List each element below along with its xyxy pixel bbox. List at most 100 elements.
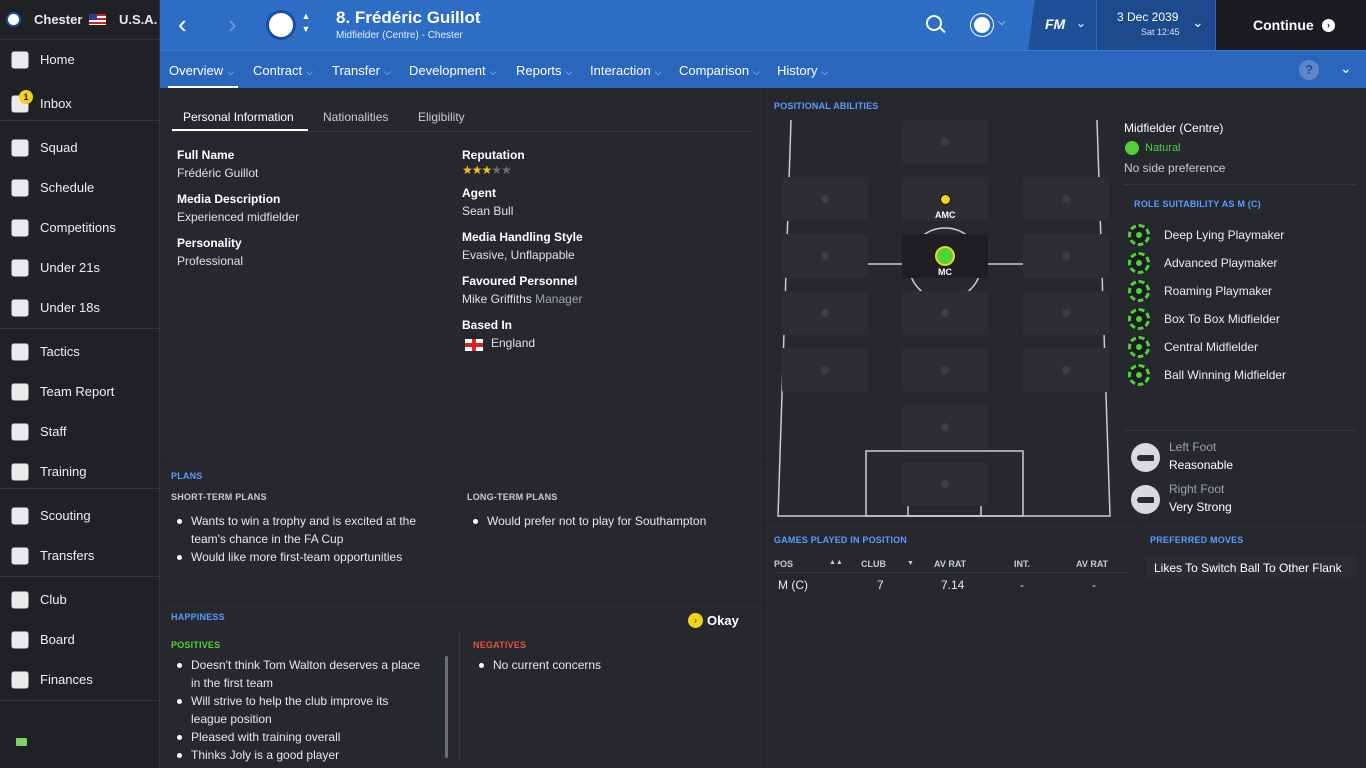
col-av-rat[interactable]: AV RAT xyxy=(934,559,966,569)
back-button[interactable]: ‹ xyxy=(178,11,202,38)
tab-comparison[interactable]: Comparison ⌵ xyxy=(679,51,760,89)
club-selector[interactable]: Chester U.S.A. xyxy=(0,0,160,40)
u18-icon xyxy=(11,299,29,317)
sidebar-item-competitions[interactable]: Competitions xyxy=(0,208,160,248)
sidebar-divider xyxy=(0,120,160,121)
trophy-icon xyxy=(11,219,29,237)
amc-dot xyxy=(940,194,951,205)
sidebar-item-transfers[interactable]: Transfers xyxy=(0,536,160,576)
sidebar-item-club[interactable]: Club xyxy=(0,580,160,620)
chevron-down-icon: ⌄ xyxy=(1076,16,1087,30)
chevron-down-icon: ⌵ xyxy=(489,67,497,77)
row-club: 7 xyxy=(877,578,884,592)
date-panel[interactable]: 3 Dec 2039 Sat 12:45 ⌄ xyxy=(1097,0,1215,50)
sidebar-item-squad[interactable]: Squad xyxy=(0,128,160,168)
globe-icon[interactable] xyxy=(971,14,993,36)
chevron-down-icon: ⌄ xyxy=(1192,14,1204,30)
pitch-position-slot[interactable] xyxy=(902,462,988,506)
sidebar-item-team-report[interactable]: Team Report xyxy=(0,372,160,412)
role-row[interactable]: Box To Box Midfielder xyxy=(1128,307,1348,330)
right-boot-icon xyxy=(1131,485,1160,514)
help-icon[interactable]: ? xyxy=(1299,60,1319,80)
sidebar-item-inbox[interactable]: Inbox 1 xyxy=(0,84,160,124)
pitch-position-slot[interactable] xyxy=(1023,291,1109,335)
fm-menu[interactable]: FM ⌄ xyxy=(1028,0,1096,50)
sort-icon[interactable]: ▲▲ xyxy=(829,559,843,566)
full-name-label: Full Name xyxy=(177,148,235,162)
tab-development[interactable]: Development ⌵ xyxy=(409,51,496,89)
sidebar-item-scouting[interactable]: Scouting xyxy=(0,496,160,536)
sidebar-item-board[interactable]: Board xyxy=(0,620,160,660)
chevron-down-icon[interactable]: ⌄ xyxy=(1340,60,1352,77)
forward-button[interactable]: › xyxy=(228,11,252,38)
sidebar-item-tactics[interactable]: Tactics xyxy=(0,332,160,372)
col-club[interactable]: CLUB xyxy=(861,559,886,569)
sidebar-item-finances[interactable]: Finances xyxy=(0,660,160,700)
chevron-down-icon[interactable]: ⌵ xyxy=(998,17,1006,28)
sidebar-item-under-21s[interactable]: Under 21s xyxy=(0,248,160,288)
pitch-position-slot[interactable] xyxy=(902,120,988,164)
sidebar-collapse-icon[interactable] xyxy=(16,738,27,746)
sidebar-item-training[interactable]: Training xyxy=(0,452,160,492)
tab-label: History xyxy=(777,63,818,78)
tab-contract[interactable]: Contract ⌵ xyxy=(253,51,313,89)
role-row[interactable]: Deep Lying Playmaker xyxy=(1128,223,1348,246)
col-pos[interactable]: POS xyxy=(774,559,793,569)
sidebar-item-schedule[interactable]: Schedule xyxy=(0,168,160,208)
col-int-av-rat[interactable]: AV RAT xyxy=(1076,559,1108,569)
pitch-position-slot[interactable] xyxy=(902,348,988,392)
tab-transfer[interactable]: Transfer ⌵ xyxy=(332,51,391,89)
pitch-position-slot[interactable] xyxy=(1023,348,1109,392)
pitch-position-slot[interactable] xyxy=(782,177,868,221)
pitch-position-slot[interactable] xyxy=(782,291,868,335)
player-tabs: Overview ⌵ Contract ⌵ Transfer ⌵ Development ⌵ R… xyxy=(160,50,1366,88)
pitch-position-slot[interactable] xyxy=(782,348,868,392)
club-name: Chester xyxy=(34,12,83,27)
sidebar-item-label: Inbox xyxy=(40,96,72,111)
favoured-personnel-label: Favoured Personnel xyxy=(462,274,578,288)
tab-nationalities[interactable]: Nationalities xyxy=(323,110,388,124)
positive-item: Will strive to help the club improve its… xyxy=(176,694,389,726)
role-row[interactable]: Ball Winning Midfielder xyxy=(1128,363,1348,386)
pitch-position-slot[interactable] xyxy=(902,405,988,449)
role-divider xyxy=(1124,184,1356,185)
sidebar-item-under-18s[interactable]: Under 18s xyxy=(0,288,160,328)
positive-item: Pleased with training overall xyxy=(176,730,341,744)
sort-desc-icon[interactable]: ▼ xyxy=(907,560,914,567)
mc-dot[interactable] xyxy=(935,246,955,266)
row-av-rat: 7.14 xyxy=(941,578,965,592)
col-int[interactable]: INT. xyxy=(1014,559,1030,569)
continue-button[interactable]: Continue › xyxy=(1216,0,1366,50)
tactics-icon xyxy=(11,343,29,361)
star-icon: ★ xyxy=(462,163,473,177)
positives-scrollbar[interactable] xyxy=(445,656,448,758)
role-row[interactable]: Roaming Playmaker xyxy=(1128,279,1348,302)
player-switch-arrows[interactable]: ▲ ▼ xyxy=(300,10,312,40)
header-bar: ‹ › ▲ ▼ 8. Frédéric Guillot Midfielder (C… xyxy=(160,0,1366,50)
role-row[interactable]: Advanced Playmaker xyxy=(1128,251,1348,274)
sidebar-item-home[interactable]: Home xyxy=(0,40,160,80)
reputation-label: Reputation xyxy=(462,148,525,162)
pitch-position-slot[interactable] xyxy=(782,234,868,278)
tab-personal-information[interactable]: Personal Information xyxy=(183,110,294,124)
tab-overview[interactable]: Overview ⌵ xyxy=(169,51,234,89)
pitch-position-slot[interactable] xyxy=(1023,177,1109,221)
natural-icon xyxy=(1125,141,1139,155)
star-icon: ★ xyxy=(491,163,502,177)
role-row[interactable]: Central Midfielder xyxy=(1128,335,1348,358)
pitch-position-slot[interactable] xyxy=(1023,234,1109,278)
pitch-position-slot[interactable] xyxy=(902,291,988,335)
role-suitability-icon xyxy=(1128,308,1150,330)
tab-reports[interactable]: Reports ⌵ xyxy=(516,51,572,89)
favoured-personnel-name[interactable]: Mike Griffiths Manager xyxy=(462,292,583,306)
tab-interaction[interactable]: Interaction ⌵ xyxy=(590,51,662,89)
search-icon[interactable] xyxy=(926,15,946,34)
tab-eligibility[interactable]: Eligibility xyxy=(418,110,465,124)
sidebar-item-staff[interactable]: Staff xyxy=(0,412,160,452)
player-subtitle: Midfielder (Centre) - Chester xyxy=(336,30,463,41)
agent-value[interactable]: Sean Bull xyxy=(462,204,513,218)
tab-history[interactable]: History ⌵ xyxy=(777,51,828,89)
short-plan-item: Would like more first-team opportunities xyxy=(176,550,403,564)
u21-icon xyxy=(11,259,29,277)
sidebar-item-label: Squad xyxy=(40,140,78,155)
